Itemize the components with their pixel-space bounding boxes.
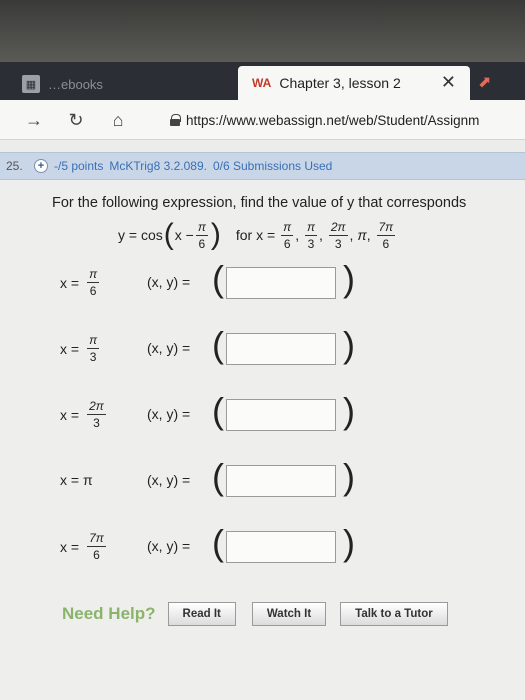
answer-row: x = 2π 3 (x, y) = ( ) — [0, 390, 525, 438]
device-bezel — [0, 0, 525, 62]
open-paren: ( — [212, 390, 224, 431]
formula-inner-x: x − — [174, 227, 194, 243]
pair-label: (x, y) = — [147, 274, 191, 290]
x-value-label: x = 7π 6 — [60, 531, 106, 562]
question-prompt: For the following expression, find the v… — [52, 195, 467, 211]
tab-title: …ebooks — [48, 76, 103, 92]
address-bar: → ↻ ⌂ https://www.webassign.net/web/Stud… — [0, 100, 525, 140]
tab-favicon-icon: ▦ — [22, 75, 40, 93]
need-help-label: Need Help? — [62, 604, 156, 623]
new-tab-icon[interactable]: ⬈ — [478, 72, 491, 92]
close-paren: ) — [343, 258, 355, 299]
formula-value: π6 — [281, 219, 294, 251]
answer-input-3[interactable] — [226, 399, 336, 431]
browser-window: ▦ …ebooks WA Chapter 3, lesson 2 ✕ ⬈ → ↻… — [0, 62, 525, 700]
refresh-icon[interactable]: ↻ — [64, 108, 88, 132]
home-icon[interactable]: ⌂ — [106, 108, 130, 132]
close-tab-icon[interactable]: ✕ — [441, 72, 456, 93]
formula-values: π6, π3, 2π 3, π, 7π 6 — [281, 219, 396, 251]
close-paren: ) — [343, 456, 355, 497]
x-value-label: x = 2π 3 — [60, 399, 106, 430]
formula-value: 2π 3 — [328, 219, 348, 251]
answer-row: x = π3 (x, y) = ( ) — [0, 324, 525, 372]
answer-input-1[interactable] — [226, 267, 336, 299]
close-paren: ) — [343, 522, 355, 563]
read-it-button[interactable]: Read It — [167, 602, 236, 626]
close-paren: ) — [343, 390, 355, 431]
webassign-favicon-icon: WA — [252, 76, 272, 90]
x-value-label: x = π6 — [60, 267, 100, 298]
tab-ebooks[interactable]: ▦ …ebooks — [22, 68, 232, 100]
tab-strip: ▦ …ebooks WA Chapter 3, lesson 2 ✕ ⬈ — [0, 62, 525, 100]
pair-label: (x, y) = — [147, 340, 191, 356]
open-paren: ( — [212, 258, 224, 299]
lock-icon — [170, 114, 181, 126]
answer-input-4[interactable] — [226, 465, 336, 497]
answer-row: x = π6 (x, y) = ( ) — [0, 258, 525, 306]
forward-arrow-icon[interactable]: → — [22, 108, 46, 132]
question-reference: McKTrig8 3.2.089. — [109, 159, 207, 173]
open-paren: ( — [212, 522, 224, 563]
question-body: For the following expression, find the v… — [0, 180, 525, 700]
function-formula: y = cos ( x − π 6 ) for x = π6, π3, 2π 3,… — [118, 220, 397, 250]
talk-to-tutor-button[interactable]: Talk to a Tutor — [340, 602, 448, 626]
question-points: -/5 points — [54, 159, 104, 173]
open-paren: ( — [212, 456, 224, 497]
tab-chapter-3[interactable]: WA Chapter 3, lesson 2 ✕ — [238, 66, 470, 100]
help-bar: Need Help? Read It Watch It Talk to a Tu… — [62, 602, 448, 626]
formula-for-label: for x = — [235, 227, 276, 243]
url-field[interactable]: https://www.webassign.net/web/Student/As… — [170, 106, 525, 134]
pair-label: (x, y) = — [147, 406, 191, 422]
answer-input-5[interactable] — [226, 531, 336, 563]
answer-row: x = π (x, y) = ( ) — [0, 456, 525, 504]
x-value-label: x = π — [60, 472, 93, 488]
formula-close-paren: ) — [210, 218, 221, 251]
pair-label: (x, y) = — [147, 472, 191, 488]
formula-inner-fraction: π 6 — [195, 219, 208, 251]
x-value-label: x = π3 — [60, 333, 100, 364]
formula-value: 7π 6 — [376, 219, 396, 251]
close-paren: ) — [343, 324, 355, 365]
question-header: 25. + -/5 points McKTrig8 3.2.089. 0/6 S… — [0, 152, 525, 180]
formula-lhs: y = cos — [118, 227, 163, 243]
url-text: https://www.webassign.net/web/Student/As… — [186, 112, 480, 128]
submissions-used: 0/6 Submissions Used — [212, 159, 333, 173]
pair-label: (x, y) = — [147, 538, 191, 554]
watch-it-button[interactable]: Watch It — [251, 602, 327, 626]
answer-row: x = 7π 6 (x, y) = ( ) — [0, 522, 525, 570]
open-paren: ( — [212, 324, 224, 365]
question-number: 25. — [6, 159, 23, 173]
formula-value: π3 — [305, 219, 318, 251]
formula-open-paren: ( — [163, 218, 174, 251]
expand-plus-icon[interactable]: + — [34, 159, 48, 173]
answer-input-2[interactable] — [226, 333, 336, 365]
formula-value: π — [357, 227, 367, 243]
tab-title: Chapter 3, lesson 2 — [279, 75, 401, 91]
